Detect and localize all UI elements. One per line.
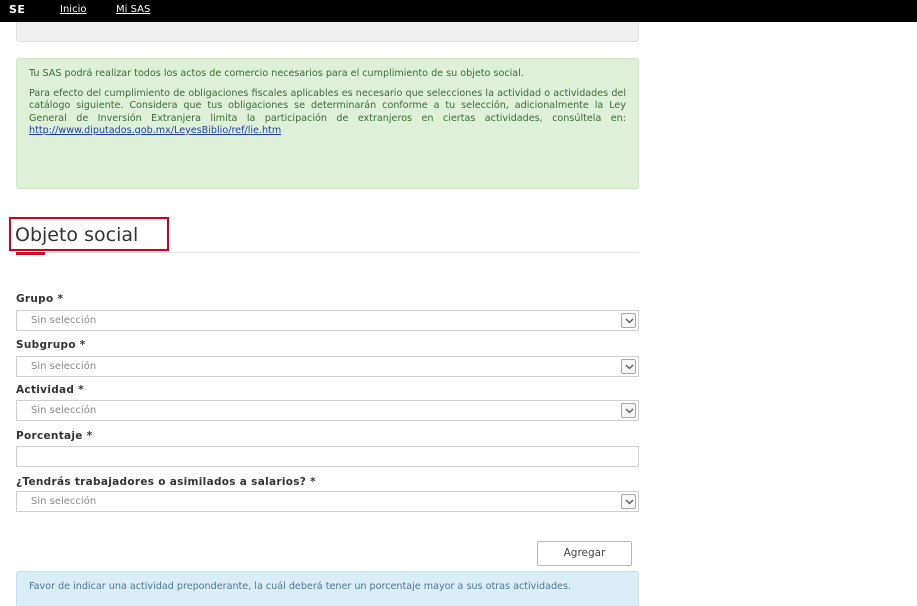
notice-text: Favor de indicar una actividad preponder… <box>29 581 572 592</box>
info-paragraph-1: Tu SAS podrá realizar todos los actos de… <box>29 68 524 79</box>
trabajadores-label: ¿Tendrás trabajadores o asimilados a sal… <box>16 476 316 488</box>
ley-inversion-link[interactable]: http://www.diputados.gob.mx/LeyesBiblio/… <box>29 125 281 136</box>
top-navbar: SE Inicio Mi SAS <box>0 0 917 22</box>
chevron-down-icon[interactable] <box>621 313 636 328</box>
porcentaje-input[interactable] <box>16 446 639 467</box>
nav-link-inicio[interactable]: Inicio <box>60 4 86 15</box>
notice-alert: Favor de indicar una actividad preponder… <box>16 571 639 606</box>
subgrupo-select[interactable]: Sin selección <box>16 356 639 377</box>
nav-link-mi-sas[interactable]: Mi SAS <box>116 4 150 15</box>
actividad-label: Actividad * <box>16 384 84 396</box>
grupo-label: Grupo * <box>16 293 64 305</box>
porcentaje-label: Porcentaje * <box>16 430 93 442</box>
section-accent-bar <box>16 252 45 255</box>
section-title: Objeto social <box>15 224 139 246</box>
subgrupo-label: Subgrupo * <box>16 339 86 351</box>
chevron-down-icon[interactable] <box>621 494 636 509</box>
actividad-select-value: Sin selección <box>31 405 97 416</box>
grupo-select-value: Sin selección <box>31 315 97 326</box>
info-paragraph-2: Para efecto del cumplimiento de obligaci… <box>29 88 626 137</box>
actividad-select[interactable]: Sin selección <box>16 400 639 421</box>
subgrupo-select-value: Sin selección <box>31 361 97 372</box>
chevron-down-icon[interactable] <box>621 359 636 374</box>
trabajadores-select[interactable]: Sin selección <box>16 491 639 512</box>
section-divider <box>16 252 639 253</box>
grupo-select[interactable]: Sin selección <box>16 310 639 331</box>
add-activity-button[interactable]: Agregar <box>537 541 632 566</box>
previous-panel <box>16 22 639 42</box>
brand-logo[interactable]: SE <box>9 3 25 16</box>
info-alert: Tu SAS podrá realizar todos los actos de… <box>16 58 639 189</box>
chevron-down-icon[interactable] <box>621 403 636 418</box>
trabajadores-select-value: Sin selección <box>31 496 97 507</box>
info-paragraph-2-text: Para efecto del cumplimiento de obligaci… <box>29 88 626 124</box>
